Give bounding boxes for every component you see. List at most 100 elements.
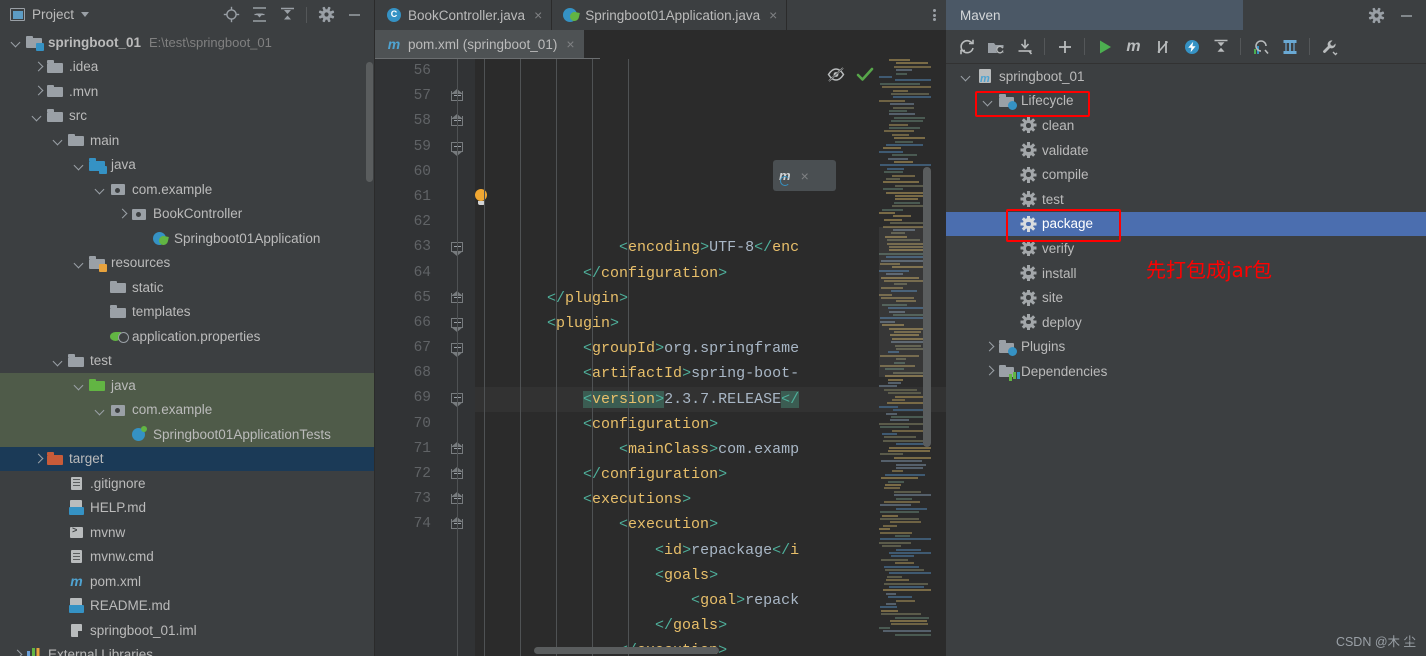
project-tree-item-pom-xml[interactable]: m pom.xml xyxy=(0,569,374,594)
expand-all-icon[interactable] xyxy=(245,2,273,28)
code-line[interactable]: </configuration> xyxy=(475,462,946,487)
editor-vertical-scrollbar[interactable] xyxy=(923,167,931,447)
close-icon[interactable]: × xyxy=(801,168,809,184)
code-line[interactable]: <execution> xyxy=(475,512,946,537)
minimize-icon[interactable] xyxy=(340,2,368,28)
project-panel-scrollbar[interactable] xyxy=(366,62,373,182)
project-tree-item-gitignore[interactable]: .gitignore xyxy=(0,471,374,496)
maven-reload-icon[interactable]: m xyxy=(779,168,791,186)
maven-tree-item-lifecycle[interactable]: Lifecycle xyxy=(946,89,1426,114)
chevron-down-icon[interactable] xyxy=(73,158,86,171)
run-build-icon[interactable] xyxy=(1090,32,1119,62)
gutter-line[interactable]: 61 xyxy=(375,185,487,210)
project-tree-item-springboot01applicationtests[interactable]: Springboot01ApplicationTests xyxy=(0,422,374,447)
editor-tabs-overflow-menu[interactable] xyxy=(923,0,946,30)
chevron-down-icon[interactable] xyxy=(81,12,90,17)
chevron-down-icon[interactable] xyxy=(52,354,65,367)
code-line[interactable]: <encoding>UTF-8</enc xyxy=(475,235,946,260)
gutter-line[interactable]: 62 xyxy=(375,210,475,235)
toggle-skip-tests-icon[interactable] xyxy=(1148,32,1177,62)
maven-tree-item-deploy[interactable]: deploy xyxy=(946,310,1426,335)
gutter-line[interactable]: 72 xyxy=(375,462,475,487)
chevron-right-icon[interactable] xyxy=(10,648,23,656)
project-tree-item-templates[interactable]: templates xyxy=(0,300,374,325)
chevron-down-icon[interactable] xyxy=(31,109,44,122)
generate-sources-icon[interactable] xyxy=(981,32,1010,62)
project-tree-item-java[interactable]: java xyxy=(0,373,374,398)
project-tree-item-help-md[interactable]: MD HELP.md xyxy=(0,496,374,521)
maven-tree-item-test[interactable]: test xyxy=(946,187,1426,212)
gutter-line[interactable]: 60 xyxy=(375,160,475,185)
code-line[interactable]: <plugin> xyxy=(475,311,946,336)
gutter-line[interactable]: 69 xyxy=(375,386,475,411)
maven-tree-item-site[interactable]: site xyxy=(946,285,1426,310)
maven-tree-item-compile[interactable]: compile xyxy=(946,162,1426,187)
maven-tree-item-clean[interactable]: clean xyxy=(946,113,1426,138)
code-line[interactable]: <version>2.3.7.RELEASE</ xyxy=(475,386,946,412)
settings-gear-icon[interactable] xyxy=(312,2,340,28)
project-tree-item-springboot-01[interactable]: springboot_01 E:\test\springboot_01 xyxy=(0,30,374,55)
gutter-line[interactable]: 64 xyxy=(375,261,475,286)
maven-tree-item-plugins[interactable]: Plugins xyxy=(946,335,1426,360)
chevron-down-icon[interactable] xyxy=(94,183,107,196)
code-line[interactable]: <configuration> xyxy=(475,412,946,437)
gutter-line[interactable]: 71 xyxy=(375,437,475,462)
gutter-line[interactable]: 56 xyxy=(375,59,475,84)
chevron-right-icon[interactable] xyxy=(115,207,128,220)
project-tree-item-resources[interactable]: resources xyxy=(0,251,374,276)
project-tree-item-target[interactable]: target xyxy=(0,446,374,471)
chevron-down-icon[interactable] xyxy=(52,134,65,147)
chevron-down-icon[interactable] xyxy=(94,403,107,416)
project-tree-item-readme-md[interactable]: MD README.md xyxy=(0,594,374,619)
project-tree-item-static[interactable]: static xyxy=(0,275,374,300)
code-line[interactable]: <id>repackage</i xyxy=(475,538,946,563)
editor-tab-springboot01application[interactable]: Springboot01Application.java × xyxy=(552,0,788,30)
gutter-line[interactable]: 66 xyxy=(375,311,475,336)
close-icon[interactable]: × xyxy=(769,7,777,23)
maven-tree-item-package[interactable]: package xyxy=(946,211,1426,237)
gutter-line[interactable]: 73 xyxy=(375,487,475,512)
collapse-all-icon[interactable] xyxy=(273,2,301,28)
project-tree-item-mvnw[interactable]: mvnw xyxy=(0,520,374,545)
chevron-right-icon[interactable] xyxy=(31,452,44,465)
gutter-line[interactable]: 57 xyxy=(375,84,475,109)
reload-all-icon[interactable] xyxy=(952,32,981,62)
chevron-right-icon[interactable] xyxy=(982,365,995,378)
code-line[interactable]: <mainClass>com.examp xyxy=(475,437,946,462)
project-tree-item-mvnw-cmd[interactable]: mvnw.cmd xyxy=(0,545,374,570)
project-title-group[interactable]: Project xyxy=(10,7,90,22)
gutter-line[interactable]: 68 xyxy=(375,361,475,386)
editor-horizontal-scrollbar[interactable] xyxy=(534,647,719,654)
project-tree-item-com-example[interactable]: com.example xyxy=(0,397,374,422)
code-line[interactable]: <goals> xyxy=(475,563,946,588)
maven-reload-popup[interactable]: m × xyxy=(773,160,836,191)
project-tree-item-bookcontroller[interactable]: BookController xyxy=(0,202,374,227)
code-line[interactable]: </plugin> xyxy=(475,286,946,311)
gutter-line[interactable]: 59 xyxy=(375,135,475,160)
toggle-offline-icon[interactable] xyxy=(1177,32,1206,62)
project-file-tree[interactable]: springboot_01 E:\test\springboot_01 .idea.… xyxy=(0,30,374,656)
chevron-down-icon[interactable] xyxy=(960,70,973,83)
project-tree-item-external-libraries[interactable]: External Libraries xyxy=(0,643,374,656)
maven-tree-item-dependencies[interactable]: Dependencies xyxy=(946,359,1426,384)
project-tree-item-application-properties[interactable]: application.properties xyxy=(0,324,374,349)
code-content[interactable]: <encoding>UTF-8</enc </configuration> </… xyxy=(475,59,946,656)
project-tree-item-main[interactable]: main xyxy=(0,128,374,153)
show-diagram-icon[interactable] xyxy=(1275,32,1304,62)
code-line[interactable]: </goals> xyxy=(475,613,946,638)
maven-goals-tree[interactable]: springboot_01 Lifecycle clean validate compi… xyxy=(946,64,1426,656)
gutter-line[interactable]: 65 xyxy=(375,286,475,311)
inspection-widget[interactable] xyxy=(827,67,874,85)
project-tree-item-idea[interactable]: .idea xyxy=(0,55,374,80)
locate-icon[interactable] xyxy=(217,2,245,28)
minimize-icon[interactable] xyxy=(1392,2,1420,28)
chevron-down-icon[interactable] xyxy=(982,94,995,107)
project-tree-item-com-example[interactable]: com.example xyxy=(0,177,374,202)
chevron-right-icon[interactable] xyxy=(31,85,44,98)
chevron-down-icon[interactable] xyxy=(10,36,23,49)
project-tree-item-test[interactable]: test xyxy=(0,349,374,374)
settings-gear-icon[interactable] xyxy=(1362,2,1390,28)
inspections-eye-off-icon[interactable] xyxy=(827,67,845,85)
code-line[interactable]: </configuration> xyxy=(475,261,946,286)
maven-settings-icon[interactable] xyxy=(1315,32,1344,62)
